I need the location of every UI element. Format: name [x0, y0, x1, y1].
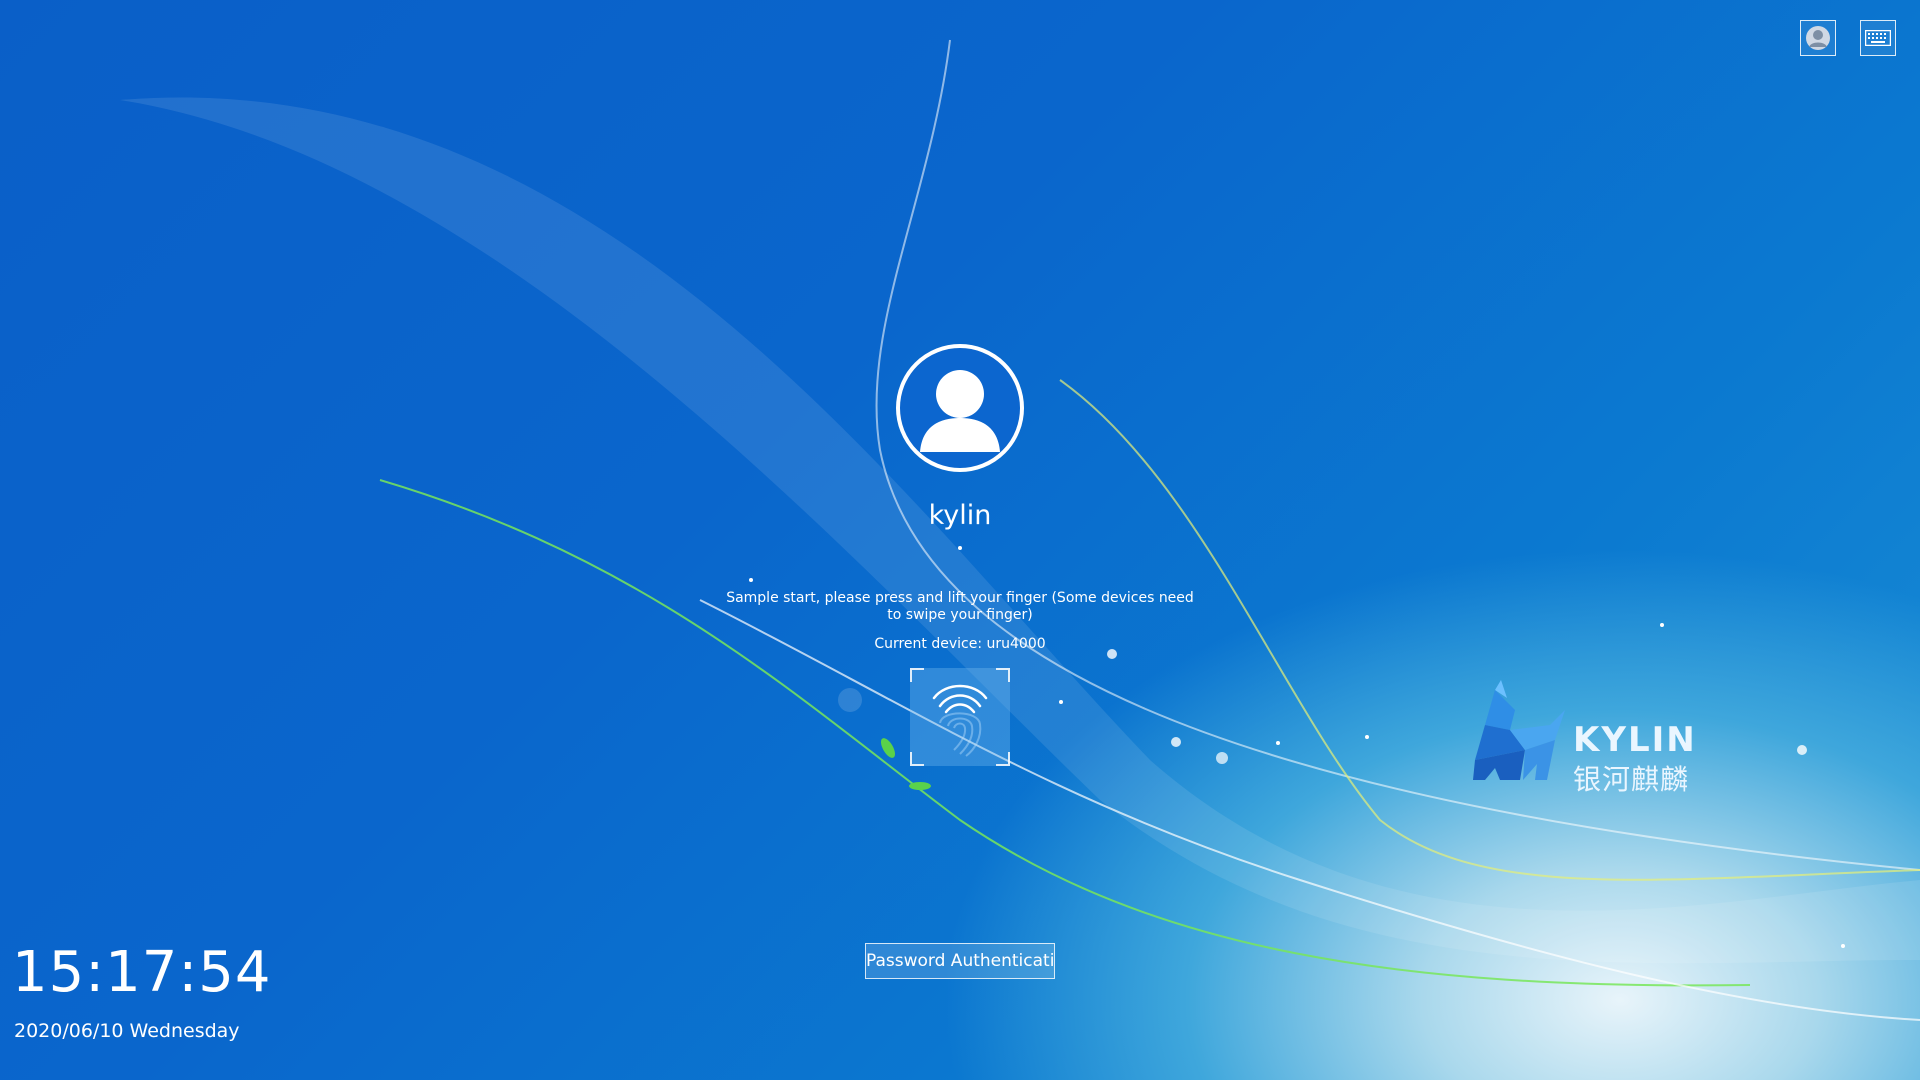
user-icon: [920, 370, 1000, 452]
kylin-logo: KYLIN 银河麒麟: [1455, 680, 1735, 796]
username-label: kylin: [928, 500, 992, 531]
fingerprint-prompt: Sample start, please press and lift your…: [726, 590, 1194, 623]
virtual-keyboard-button[interactable]: [1860, 20, 1896, 56]
kylin-creature-icon: [1473, 680, 1565, 780]
current-device-label: Current device: uru4000: [874, 636, 1046, 652]
switch-user-button[interactable]: [1800, 20, 1836, 56]
brand-name-en: KYLIN: [1573, 720, 1697, 760]
user-avatar: [896, 344, 1024, 472]
user-icon: [1806, 26, 1830, 50]
fingerprint-icon: [932, 684, 988, 757]
wallpaper: [120, 39, 1920, 1021]
keyboard-icon: [1865, 30, 1891, 46]
fingerprint-scan-area: [910, 668, 1010, 766]
status-dot: [958, 546, 962, 550]
password-authentication-button[interactable]: Password Authentication: [865, 943, 1055, 979]
clock-date: 2020/06/10 Wednesday: [14, 1020, 240, 1042]
clock-time: 15:17:54: [12, 940, 272, 1005]
brand-name-cn: 银河麒麟: [1573, 763, 1690, 796]
